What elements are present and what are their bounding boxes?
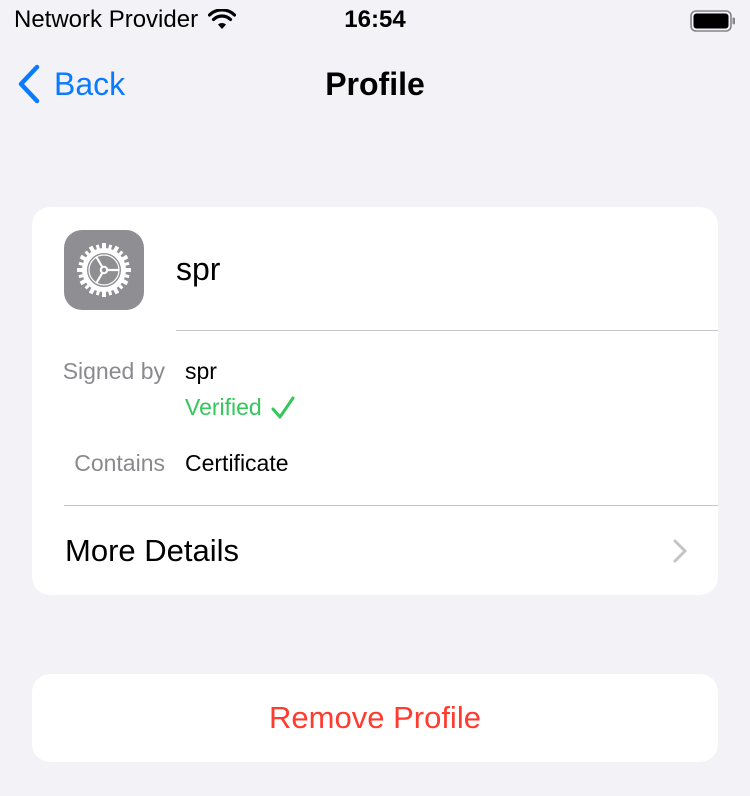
profile-name: spr	[176, 251, 221, 287]
contains-label: Contains	[74, 450, 165, 476]
verified-label: Verified	[185, 394, 262, 420]
chevron-right-icon	[673, 539, 687, 563]
remove-profile-button[interactable]: Remove Profile	[32, 674, 718, 762]
profile-screen: Network Provider 16:54 Back Profile spr …	[0, 0, 750, 796]
more-details-row[interactable]: More Details	[32, 506, 718, 595]
remove-profile-label: Remove Profile	[269, 700, 481, 735]
verified-status: Verified	[185, 394, 296, 421]
signed-by-value: spr	[185, 358, 217, 384]
status-time: 16:54	[344, 6, 406, 33]
settings-gear-icon	[64, 230, 144, 310]
checkmark-icon	[271, 396, 295, 418]
status-bar: Network Provider 16:54	[0, 0, 750, 44]
page-title: Profile	[325, 66, 425, 102]
battery-icon	[690, 10, 735, 32]
divider	[176, 330, 718, 331]
contains-value: Certificate	[185, 450, 289, 476]
more-details-label: More Details	[65, 533, 239, 568]
profile-card: spr Signed by spr Verified Contains Cert…	[32, 207, 718, 595]
signed-by-label: Signed by	[62, 358, 165, 384]
gear-icon	[77, 243, 131, 297]
navigation-bar: Back Profile	[0, 56, 750, 112]
